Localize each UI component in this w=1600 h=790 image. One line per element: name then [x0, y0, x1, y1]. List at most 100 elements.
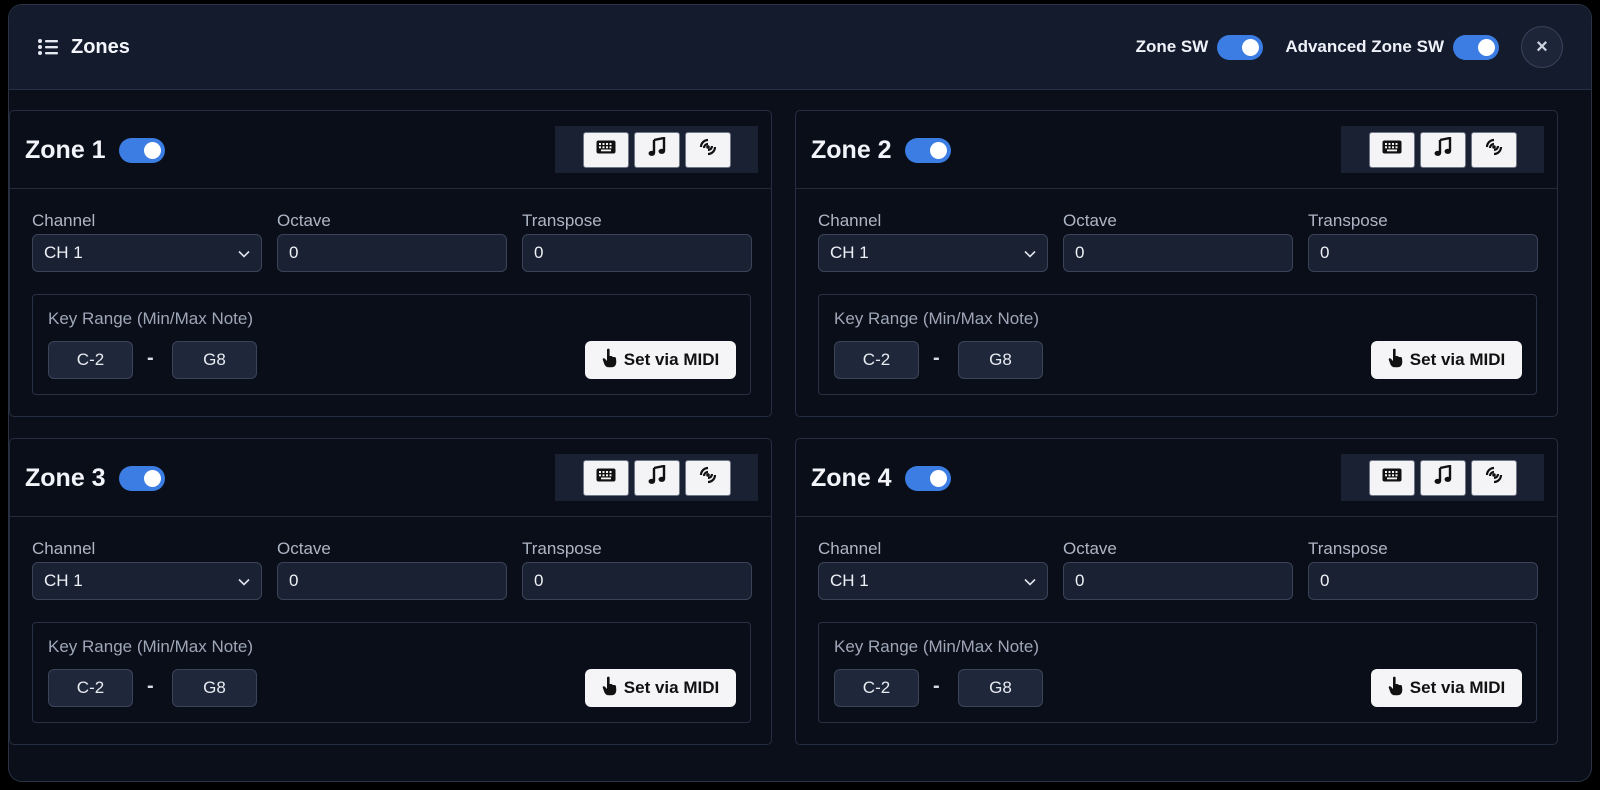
- transpose-input[interactable]: 0: [1308, 234, 1538, 272]
- octave-label: Octave: [277, 539, 331, 558]
- key-range-box: Key Range (Min/Max Note) C-2 - G8 Set vi…: [818, 622, 1537, 723]
- octave-input[interactable]: 0: [277, 562, 507, 600]
- transpose-input[interactable]: 0: [1308, 562, 1538, 600]
- chevron-down-icon: [238, 243, 250, 263]
- set-via-midi-label: Set via MIDI: [623, 350, 720, 369]
- zone-header: Zone 4: [796, 439, 1557, 517]
- range-separator: -: [933, 347, 940, 369]
- transpose-value: 0: [1320, 571, 1330, 590]
- zone-icon-bar: [1341, 454, 1544, 501]
- key-range-box: Key Range (Min/Max Note) C-2 - G8 Set vi…: [818, 294, 1537, 395]
- keyboard-icon: [1382, 468, 1402, 487]
- min-note-input[interactable]: C-2: [48, 341, 133, 379]
- min-note-input[interactable]: C-2: [834, 341, 919, 379]
- set-via-midi-button[interactable]: Set via MIDI: [1371, 341, 1522, 379]
- octave-label: Octave: [277, 211, 331, 230]
- channel-select[interactable]: CH 1: [818, 234, 1048, 272]
- channel-label: Channel: [818, 211, 882, 230]
- modal-title-text: Zones: [71, 35, 130, 58]
- zone-icon-bar: [1341, 126, 1544, 173]
- octave-input[interactable]: 0: [277, 234, 507, 272]
- keyboard-icon: [1382, 140, 1402, 159]
- max-note-input[interactable]: G8: [958, 669, 1043, 707]
- key-range-label: Key Range (Min/Max Note): [834, 637, 1040, 656]
- music-note-icon: [1434, 136, 1452, 162]
- advanced-zone-sw-label: Advanced Zone SW: [1285, 37, 1444, 56]
- zone-enable-toggle[interactable]: [904, 466, 951, 491]
- octave-value: 0: [1075, 243, 1085, 262]
- max-note-input[interactable]: G8: [172, 669, 257, 707]
- key-range-label: Key Range (Min/Max Note): [834, 309, 1040, 328]
- zone-sw-toggle[interactable]: [1217, 34, 1264, 60]
- set-via-midi-button[interactable]: Set via MIDI: [585, 341, 736, 379]
- signal-button[interactable]: [1470, 131, 1517, 168]
- set-via-midi-button[interactable]: Set via MIDI: [1371, 669, 1522, 707]
- signal-icon: [698, 465, 718, 490]
- zone-sw-label: Zone SW: [1135, 37, 1209, 56]
- transpose-label: Transpose: [1308, 539, 1388, 558]
- zone-card-3: Zone 3 Channel CH 1 Octave 0 Transpose 0…: [9, 438, 772, 745]
- transpose-input[interactable]: 0: [522, 234, 752, 272]
- zone-fields: Channel CH 1 Octave 0 Transpose 0: [32, 211, 752, 272]
- zone-fields: Channel CH 1 Octave 0 Transpose 0: [818, 211, 1538, 272]
- range-separator: -: [147, 675, 154, 697]
- range-separator: -: [147, 347, 154, 369]
- transpose-input[interactable]: 0: [522, 562, 752, 600]
- octave-value: 0: [289, 243, 299, 262]
- zone-fields: Channel CH 1 Octave 0 Transpose 0: [818, 539, 1538, 600]
- zone-header: Zone 1: [10, 111, 771, 189]
- signal-button[interactable]: [684, 131, 731, 168]
- zone-card-2: Zone 2 Channel CH 1 Octave 0 Transpose 0…: [795, 110, 1558, 417]
- channel-value: CH 1: [830, 571, 869, 590]
- zone-enable-toggle[interactable]: [118, 466, 165, 491]
- zone-enable-toggle[interactable]: [904, 138, 951, 163]
- octave-input[interactable]: 0: [1063, 234, 1293, 272]
- keyboard-button[interactable]: [582, 131, 629, 168]
- key-range-box: Key Range (Min/Max Note) C-2 - G8 Set vi…: [32, 622, 751, 723]
- zone-icon-bar: [555, 126, 758, 173]
- signal-button[interactable]: [684, 459, 731, 496]
- pointer-hand-icon: [602, 348, 618, 373]
- music-button[interactable]: [633, 131, 680, 168]
- music-button[interactable]: [1419, 131, 1466, 168]
- octave-value: 0: [289, 571, 299, 590]
- octave-input[interactable]: 0: [1063, 562, 1293, 600]
- channel-select[interactable]: CH 1: [32, 234, 262, 272]
- zone-fields: Channel CH 1 Octave 0 Transpose 0: [32, 539, 752, 600]
- channel-label: Channel: [818, 539, 882, 558]
- keyboard-icon: [596, 140, 616, 159]
- transpose-label: Transpose: [522, 211, 602, 230]
- channel-value: CH 1: [44, 571, 83, 590]
- keyboard-button[interactable]: [1368, 131, 1415, 168]
- max-note-input[interactable]: G8: [958, 341, 1043, 379]
- keyboard-button[interactable]: [582, 459, 629, 496]
- chevron-down-icon: [1024, 243, 1036, 263]
- music-note-icon: [648, 464, 666, 490]
- transpose-value: 0: [1320, 243, 1330, 262]
- modal-title: Zones: [37, 36, 130, 59]
- channel-select[interactable]: CH 1: [818, 562, 1048, 600]
- min-note-input[interactable]: C-2: [834, 669, 919, 707]
- chevron-down-icon: [1024, 571, 1036, 591]
- set-via-midi-button[interactable]: Set via MIDI: [585, 669, 736, 707]
- pointer-hand-icon: [602, 676, 618, 701]
- signal-icon: [1484, 137, 1504, 162]
- signal-button[interactable]: [1470, 459, 1517, 496]
- music-button[interactable]: [633, 459, 680, 496]
- set-via-midi-label: Set via MIDI: [1409, 350, 1506, 369]
- music-button[interactable]: [1419, 459, 1466, 496]
- music-note-icon: [1434, 464, 1452, 490]
- close-button[interactable]: ×: [1521, 26, 1563, 68]
- channel-value: CH 1: [830, 243, 869, 262]
- channel-select[interactable]: CH 1: [32, 562, 262, 600]
- advanced-zone-sw-toggle[interactable]: [1453, 34, 1499, 60]
- zone-enable-toggle[interactable]: [118, 138, 165, 163]
- max-note-input[interactable]: G8: [172, 341, 257, 379]
- keyboard-button[interactable]: [1368, 459, 1415, 496]
- octave-label: Octave: [1063, 211, 1117, 230]
- transpose-label: Transpose: [522, 539, 602, 558]
- key-range-label: Key Range (Min/Max Note): [48, 637, 254, 656]
- music-note-icon: [648, 136, 666, 162]
- min-note-input[interactable]: C-2: [48, 669, 133, 707]
- octave-label: Octave: [1063, 539, 1117, 558]
